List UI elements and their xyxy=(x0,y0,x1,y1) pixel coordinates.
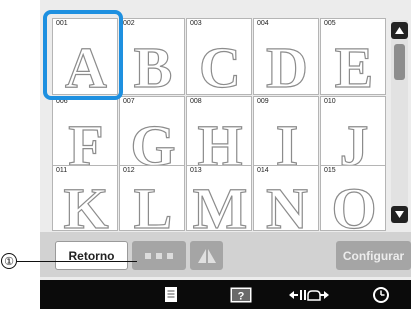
pattern-tile-D[interactable]: 004 D xyxy=(253,18,319,96)
presser-foot-button[interactable] xyxy=(289,286,329,303)
pattern-tile-A[interactable]: 001 A xyxy=(52,18,118,96)
clock-button[interactable] xyxy=(372,286,390,303)
pattern-tile-J[interactable]: 010 J xyxy=(320,96,386,174)
pattern-tile-O[interactable]: 015 O xyxy=(320,165,386,232)
dot xyxy=(145,252,151,259)
callout-marker: ① xyxy=(1,253,17,269)
tile-letter: L xyxy=(134,176,173,232)
tile-letter: E xyxy=(335,35,374,96)
tile-letter: C xyxy=(199,35,241,96)
tile-letter: D xyxy=(266,35,308,96)
page-button[interactable] xyxy=(164,286,178,303)
pattern-tile-B[interactable]: 002 B xyxy=(119,18,185,96)
svg-text:?: ? xyxy=(238,290,245,302)
clock-icon xyxy=(373,286,389,303)
letter-C-glyph: C xyxy=(198,34,241,96)
pattern-tile-M[interactable]: 013 M xyxy=(186,165,252,232)
callout-leader-line xyxy=(17,261,137,262)
tile-letter: B xyxy=(134,35,173,96)
pattern-tile-G[interactable]: 007 G xyxy=(119,96,185,174)
page-icon xyxy=(165,287,177,302)
letter-A-glyph: A xyxy=(64,34,107,96)
tile-letter: N xyxy=(266,176,308,232)
pattern-tile-F[interactable]: 006 F xyxy=(52,96,118,174)
pattern-tile-H[interactable]: 008 H xyxy=(186,96,252,174)
bottom-bar xyxy=(40,280,411,309)
pattern-tile-C[interactable]: 003 C xyxy=(186,18,252,96)
triangle-up-icon xyxy=(395,27,404,34)
letter-F-glyph: F xyxy=(68,112,105,174)
mirror-button[interactable] xyxy=(190,241,223,270)
configurar-button[interactable]: Configurar xyxy=(336,241,411,270)
pattern-tile-I[interactable]: 009 I xyxy=(253,96,319,174)
letter-L-glyph: L xyxy=(133,175,173,232)
mirror-icon xyxy=(197,248,216,263)
retorno-button[interactable]: Retorno xyxy=(55,241,128,270)
letter-I-glyph: I xyxy=(275,112,299,174)
tile-letter: A xyxy=(65,35,107,96)
letter-E-glyph: E xyxy=(334,34,374,96)
scrollbar-thumb[interactable] xyxy=(394,44,405,80)
triangle-down-icon xyxy=(395,211,404,218)
presser-foot-icon xyxy=(289,289,329,301)
letter-O-glyph: O xyxy=(331,175,377,232)
letter-N-glyph: N xyxy=(265,175,308,232)
tile-letter: M xyxy=(193,176,248,232)
letter-K-glyph: K xyxy=(63,175,109,232)
letter-G-glyph: G xyxy=(130,112,176,174)
letter-B-glyph: B xyxy=(133,34,173,96)
help-button[interactable]: ? xyxy=(229,286,253,303)
letter-M-glyph: M xyxy=(192,175,248,232)
letter-D-glyph: D xyxy=(265,34,308,96)
scroll-up-button[interactable] xyxy=(391,22,408,39)
pattern-tile-N[interactable]: 014 N xyxy=(253,165,319,232)
pattern-tile-E[interactable]: 005 E xyxy=(320,18,386,96)
letter-H-glyph: H xyxy=(197,112,243,174)
tile-letter: O xyxy=(331,176,376,232)
dot xyxy=(156,252,162,259)
array-button[interactable] xyxy=(132,241,186,270)
pattern-tile-L[interactable]: 012 L xyxy=(119,165,185,232)
tile-letter: K xyxy=(63,176,108,232)
pattern-tile-K[interactable]: 011 K xyxy=(52,165,118,232)
dot xyxy=(167,252,173,259)
scroll-down-button[interactable] xyxy=(391,206,408,223)
help-icon: ? xyxy=(230,287,252,302)
letter-J-glyph: J xyxy=(339,112,369,174)
